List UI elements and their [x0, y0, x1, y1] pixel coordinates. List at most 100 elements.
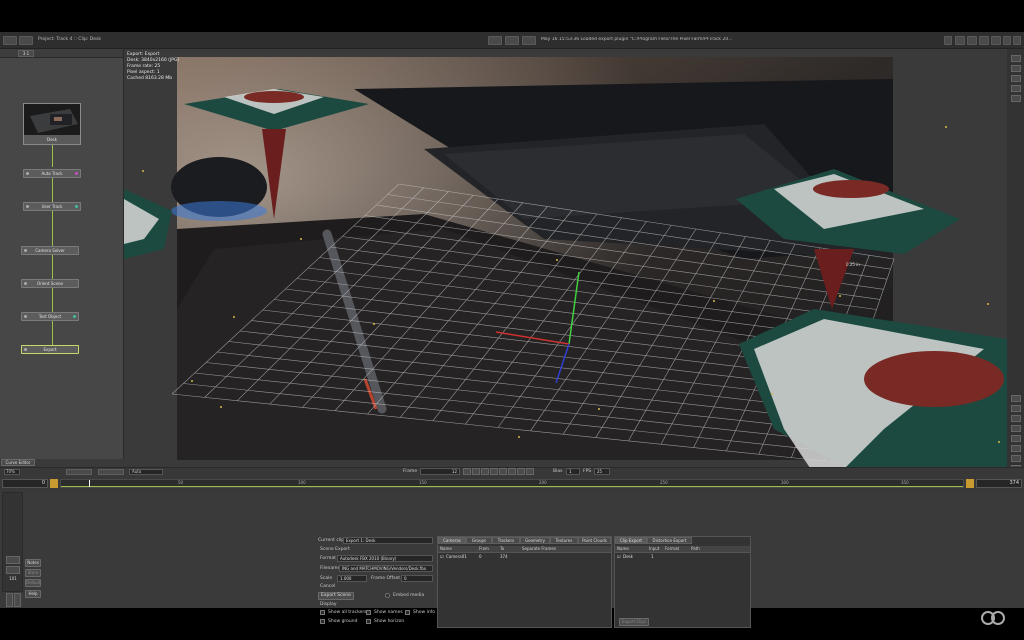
fullscreen-button[interactable] [991, 36, 1001, 45]
layout-split-button[interactable] [967, 36, 977, 45]
tab-point-clouds[interactable]: Point Clouds [578, 537, 611, 544]
node-test-object[interactable]: Test Object [21, 312, 79, 321]
tab-groups[interactable]: Groups [466, 537, 492, 544]
view-tool-button[interactable] [1011, 75, 1021, 82]
display-tool-button[interactable] [1011, 435, 1021, 442]
display-tool-button[interactable] [1011, 445, 1021, 452]
embed-media-checkbox[interactable] [385, 593, 390, 598]
display-tool-button[interactable] [1011, 415, 1021, 422]
frame-number-field[interactable]: 12 [420, 468, 460, 475]
view-tool-button[interactable] [1011, 65, 1021, 72]
project-title: Project: Track 4 :: Clip: Desk [38, 37, 101, 42]
node-auto-track[interactable]: Auto Track [23, 169, 81, 178]
node-user-track[interactable]: User Track [23, 202, 81, 211]
play-button[interactable] [499, 468, 507, 475]
start-frame-field[interactable]: 0 [2, 479, 48, 488]
auto-select[interactable]: Auto [129, 469, 163, 475]
cache-icon[interactable] [522, 36, 536, 45]
layout-button[interactable] [19, 36, 33, 45]
display-tool-button[interactable] [1011, 425, 1021, 432]
frame-offset-field[interactable]: 0 [401, 575, 433, 582]
play-reverse-button[interactable] [481, 468, 489, 475]
stop-button[interactable] [490, 468, 498, 475]
node-export[interactable]: Export [21, 345, 79, 354]
view-mode-button[interactable] [944, 36, 952, 45]
zoom-field[interactable]: 70% [4, 469, 20, 475]
timeline-tick-label: 100 [298, 480, 306, 485]
view-tool-button[interactable] [1011, 85, 1021, 92]
display-tool-button[interactable] [1011, 455, 1021, 462]
row-checkbox[interactable]: ☑ [617, 554, 621, 559]
arrow-left-icon[interactable] [6, 593, 13, 607]
go-to-end-button[interactable] [517, 468, 525, 475]
tab-clip-export[interactable]: Clip Export [615, 537, 647, 544]
tab-trackers[interactable]: Trackers [492, 537, 520, 544]
default-button[interactable]: Default [25, 579, 41, 587]
scene-export-heading: Scene Export [320, 547, 350, 552]
store-button[interactable]: Store [25, 569, 41, 577]
tab-geometry[interactable]: Geometry [520, 537, 550, 544]
arrow-right-icon[interactable] [14, 593, 21, 607]
row-checkbox[interactable]: ☑ [440, 554, 444, 559]
track-both-icon[interactable] [6, 566, 20, 574]
format-select[interactable]: Autodesk FBX 2010 (Binary) [337, 555, 433, 562]
timeline-scrubber[interactable]: 50 100 150 200 250 300 350 [60, 479, 964, 488]
display-tool-button[interactable] [1011, 405, 1021, 412]
in-point-marker[interactable] [50, 479, 58, 488]
show-info-checkbox[interactable] [405, 610, 410, 615]
playback-controls [463, 468, 545, 475]
notes-button[interactable]: Notes [25, 559, 41, 567]
col-name: Name [617, 546, 629, 551]
fps-field[interactable]: 25 [594, 468, 610, 475]
go-to-start-button[interactable] [463, 468, 471, 475]
menu-button[interactable] [3, 36, 17, 45]
tab-cameras[interactable]: Cameras [438, 537, 466, 544]
viewport[interactable]: Export: Export Desk: 3840x2160 (JPG) Fra… [124, 49, 1007, 499]
view-tool-button[interactable] [1011, 55, 1021, 62]
layout-quad-button[interactable] [979, 36, 989, 45]
export-scene-button[interactable]: Export Scene [318, 592, 354, 600]
tree-tab[interactable]: 3 1 [18, 50, 34, 57]
col-to: To [500, 546, 505, 551]
out-point-marker[interactable] [966, 479, 974, 488]
node-input-dot [24, 315, 27, 318]
show-horizon-checkbox[interactable] [366, 619, 371, 624]
current-clip-select[interactable]: Export 1: Desk [343, 537, 433, 544]
col-path: Path [691, 546, 700, 551]
node-orient-scene[interactable]: Orient Scene [21, 279, 79, 288]
view-buttons[interactable] [98, 469, 124, 475]
layout-single-button[interactable] [955, 36, 965, 45]
node-input-dot [24, 348, 27, 351]
col-separate-frames: Separate Frames [522, 546, 556, 551]
playhead[interactable] [89, 480, 90, 487]
scale-field[interactable]: 1.000 [337, 575, 367, 582]
nav-buttons[interactable] [66, 469, 92, 475]
show-ground-checkbox[interactable] [320, 619, 325, 624]
table-row[interactable]: ☑ Camera01 0 374 [438, 554, 611, 560]
tab-distortion-export[interactable]: Distortion Export [647, 537, 692, 544]
window-button[interactable] [1003, 36, 1011, 45]
end-frame-field[interactable]: 374 [976, 479, 1022, 488]
show-all-trackers-checkbox[interactable] [320, 610, 325, 615]
loop-button[interactable] [526, 468, 534, 475]
camera-icon[interactable] [488, 36, 502, 45]
table-row[interactable]: ☑ Desk 1 [615, 554, 750, 560]
show-ground-label: Show ground [328, 619, 358, 624]
step-forward-button[interactable] [508, 468, 516, 475]
close-window-button[interactable] [1013, 36, 1021, 45]
node-camera-solver[interactable]: Camera Solver [21, 246, 79, 255]
display-tool-button[interactable] [1011, 395, 1021, 402]
export-clips-button[interactable]: Export Clips [619, 618, 649, 626]
track-left-icon[interactable] [6, 556, 20, 564]
view-tool-button[interactable] [1011, 95, 1021, 102]
show-names-checkbox[interactable] [366, 610, 371, 615]
settings-icon[interactable] [505, 36, 519, 45]
filename-field[interactable]: ING and MATCHMOVING/Vendors/Desk.fbx [339, 565, 433, 572]
node-tree-panel[interactable]: 3 1 Desk Auto Track User Track Camera So… [0, 49, 124, 459]
tab-textures[interactable]: Textures [550, 537, 578, 544]
curve-editor-button[interactable]: Curve Editor [1, 459, 35, 466]
step-back-button[interactable] [472, 468, 480, 475]
step-field[interactable]: 1 [566, 468, 580, 475]
help-button[interactable]: Help [25, 590, 41, 598]
clip-node[interactable]: Desk [23, 103, 81, 145]
